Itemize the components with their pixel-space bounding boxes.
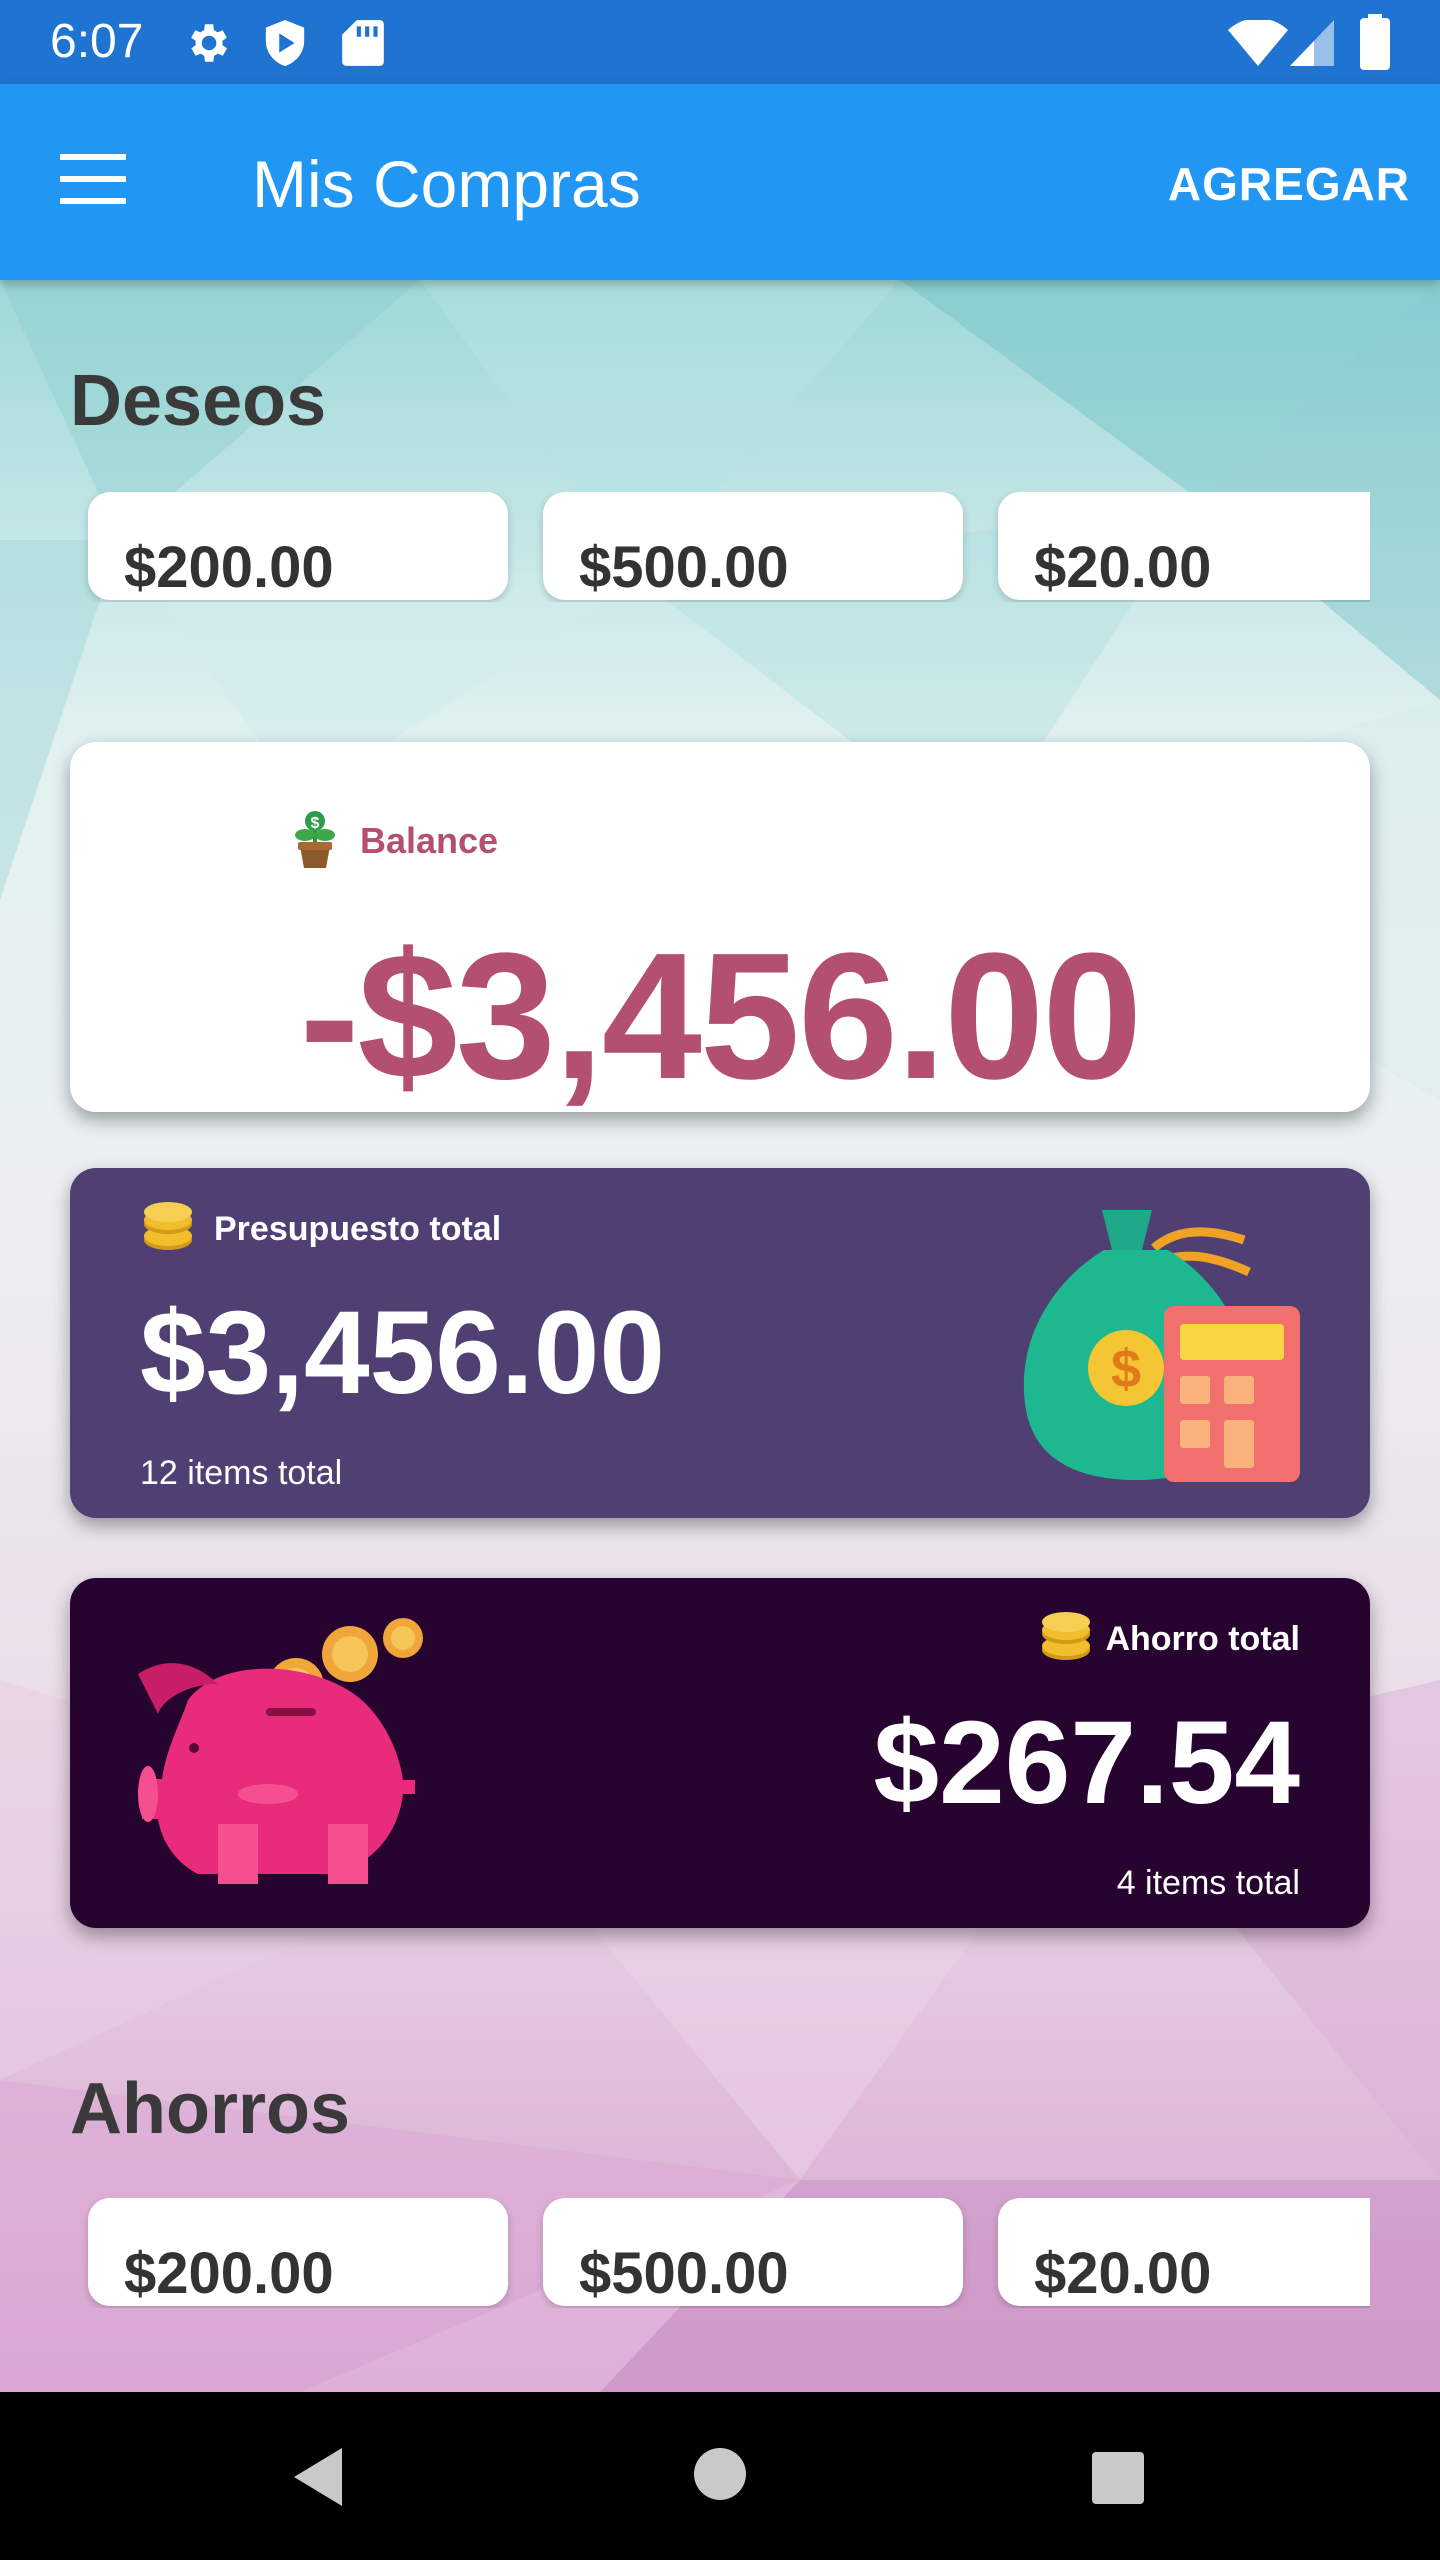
- gear-icon: [191, 24, 227, 62]
- wishes-list[interactable]: $200.00 $500.00 $20.00: [0, 492, 1370, 602]
- navigation-bar: [0, 2392, 1440, 2560]
- wish-item[interactable]: $20.00: [998, 492, 1370, 600]
- saving-amount: $500.00: [579, 2241, 789, 2306]
- home-icon[interactable]: [694, 2448, 746, 2500]
- add-button[interactable]: AGREGAR: [1168, 156, 1410, 212]
- savings-value: $267.54: [873, 1697, 1300, 1829]
- saving-item[interactable]: $500.00: [543, 2198, 963, 2306]
- budget-label: Presupuesto total: [214, 1210, 502, 1248]
- money-bag-calculator-icon: $: [1023, 1210, 1300, 1482]
- svg-text:$: $: [311, 815, 320, 832]
- battery-icon: [1360, 14, 1390, 70]
- wish-item[interactable]: $500.00: [543, 492, 963, 600]
- balance-value: -$3,456.00: [299, 916, 1143, 1112]
- saving-item[interactable]: $200.00: [88, 2198, 508, 2306]
- wish-amount: $20.00: [1034, 535, 1212, 600]
- status-time: 6:07: [50, 15, 144, 68]
- wifi-icon: [1228, 20, 1288, 66]
- wish-amount: $200.00: [124, 535, 334, 600]
- signal-icon: [1290, 20, 1334, 66]
- wish-item[interactable]: $200.00: [88, 492, 508, 600]
- budget-card[interactable]: Presupuesto total $3,456.00 12 items tot…: [70, 1168, 1370, 1518]
- balance-card[interactable]: $ Balance -$3,456.00: [70, 742, 1370, 1112]
- back-icon[interactable]: [290, 2446, 346, 2508]
- saving-amount: $200.00: [124, 2241, 334, 2306]
- saving-amount: $20.00: [1034, 2241, 1212, 2306]
- svg-text:$: $: [1111, 1339, 1141, 1399]
- piggy-bank-icon: [138, 1618, 423, 1884]
- play-shield-icon: [265, 20, 305, 66]
- app-bar: Mis Compras AGREGAR: [0, 84, 1440, 280]
- saving-item[interactable]: $20.00: [998, 2198, 1370, 2306]
- savings-section-title: Ahorros: [70, 2069, 351, 2149]
- savings-card[interactable]: Ahorro total $267.54 4 items total: [70, 1578, 1370, 1928]
- balance-label: Balance: [360, 820, 499, 861]
- coins-icon: [144, 1202, 192, 1250]
- app-title: Mis Compras: [252, 147, 641, 221]
- hamburger-menu-icon[interactable]: [60, 154, 130, 210]
- recents-icon[interactable]: [1090, 2450, 1146, 2506]
- savings-list[interactable]: $200.00 $500.00 $20.00: [0, 2198, 1370, 2308]
- main-content[interactable]: Deseos $200.00 $500.00 $20.00 $ Balance …: [0, 280, 1440, 2392]
- savings-label: Ahorro total: [1105, 1620, 1300, 1658]
- savings-items-count: 4 items total: [1116, 1864, 1300, 1902]
- wish-amount: $500.00: [579, 535, 789, 600]
- budget-value: $3,456.00: [140, 1287, 665, 1419]
- status-bar: 6:07: [0, 0, 1440, 84]
- wishes-section-title: Deseos: [70, 361, 327, 441]
- sd-card-icon: [342, 20, 384, 66]
- money-plant-icon: $: [295, 811, 335, 868]
- budget-items-count: 12 items total: [140, 1454, 343, 1492]
- coins-icon: [1042, 1612, 1090, 1660]
